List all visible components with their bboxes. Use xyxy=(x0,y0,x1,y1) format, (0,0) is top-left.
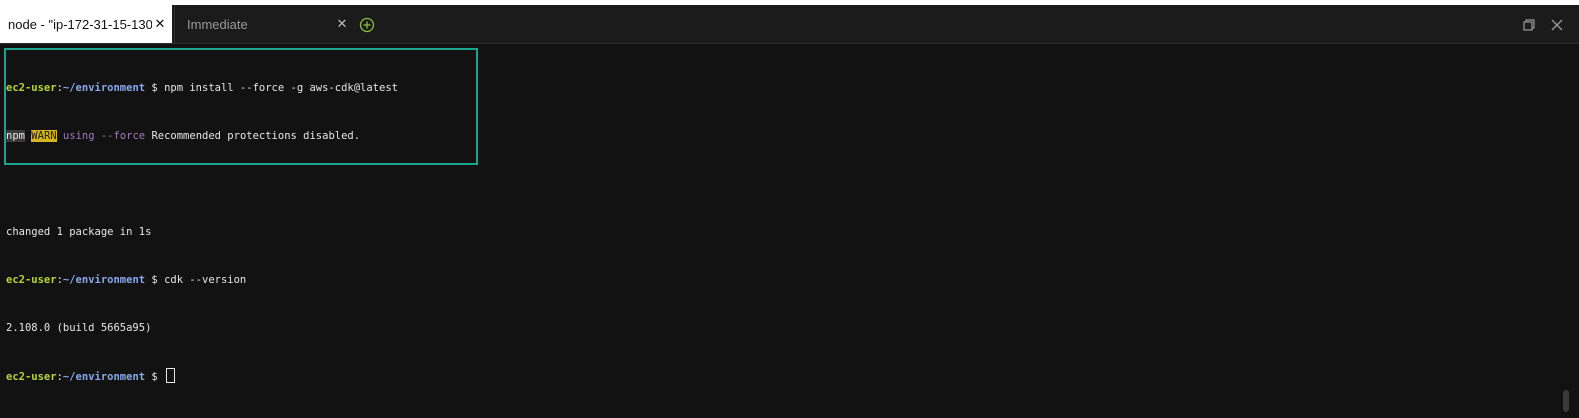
prompt-symbol: $ xyxy=(145,371,165,383)
tab-node-terminal[interactable]: node - "ip-172-31-15-130.: ✕ xyxy=(0,5,172,43)
warn-badge: WARN xyxy=(31,130,57,142)
scrollbar[interactable] xyxy=(1563,390,1569,412)
terminal-line: ec2-user:~/environment $ cdk --version xyxy=(6,272,398,288)
prompt-user: ec2-user xyxy=(6,274,57,286)
terminal-pane[interactable]: ec2-user:~/environment $ npm install --f… xyxy=(0,44,1579,418)
prompt-user: ec2-user xyxy=(6,371,57,383)
command-text: cdk --version xyxy=(164,274,247,286)
command-text: npm install --force -g aws-cdk@latest xyxy=(164,82,398,94)
terminal-line: 2.108.0 (build 5665a95) xyxy=(6,320,398,336)
npm-label: npm xyxy=(6,130,25,142)
warn-message: Recommended protections disabled. xyxy=(151,130,361,142)
output-text: 2.108.0 (build 5665a95) xyxy=(6,322,152,334)
terminal-line: npm WARN using --force Recommended prote… xyxy=(6,128,398,144)
terminal-line: ec2-user:~/environment $ xyxy=(6,368,398,384)
prompt-user: ec2-user xyxy=(6,82,57,94)
terminal-line: ec2-user:~/environment $ npm install --f… xyxy=(6,80,398,96)
prompt-path: ~/environment xyxy=(62,82,146,94)
terminal-cursor xyxy=(166,368,176,383)
close-panel-icon[interactable] xyxy=(1549,17,1565,33)
tab-immediate[interactable]: Immediate ✕ xyxy=(174,5,354,43)
terminal-output: ec2-user:~/environment $ npm install --f… xyxy=(6,48,398,416)
tab-label: node - "ip-172-31-15-130.: xyxy=(8,16,152,32)
tab-bar: node - "ip-172-31-15-130.: ✕ Immediate ✕ xyxy=(0,5,1579,44)
close-icon[interactable]: ✕ xyxy=(152,16,168,32)
output-text: changed 1 package in 1s xyxy=(6,226,152,238)
prompt-symbol: $ xyxy=(145,274,165,286)
warn-using: using --force xyxy=(62,130,146,142)
prompt-path: ~/environment xyxy=(62,371,146,383)
add-tab-icon[interactable] xyxy=(359,17,375,33)
tab-label: Immediate xyxy=(187,16,248,32)
terminal-line: changed 1 package in 1s xyxy=(6,224,398,240)
prompt-path: ~/environment xyxy=(62,274,146,286)
close-icon[interactable]: ✕ xyxy=(334,16,350,32)
prompt-symbol: $ xyxy=(145,82,165,94)
restore-window-icon[interactable] xyxy=(1521,17,1537,33)
